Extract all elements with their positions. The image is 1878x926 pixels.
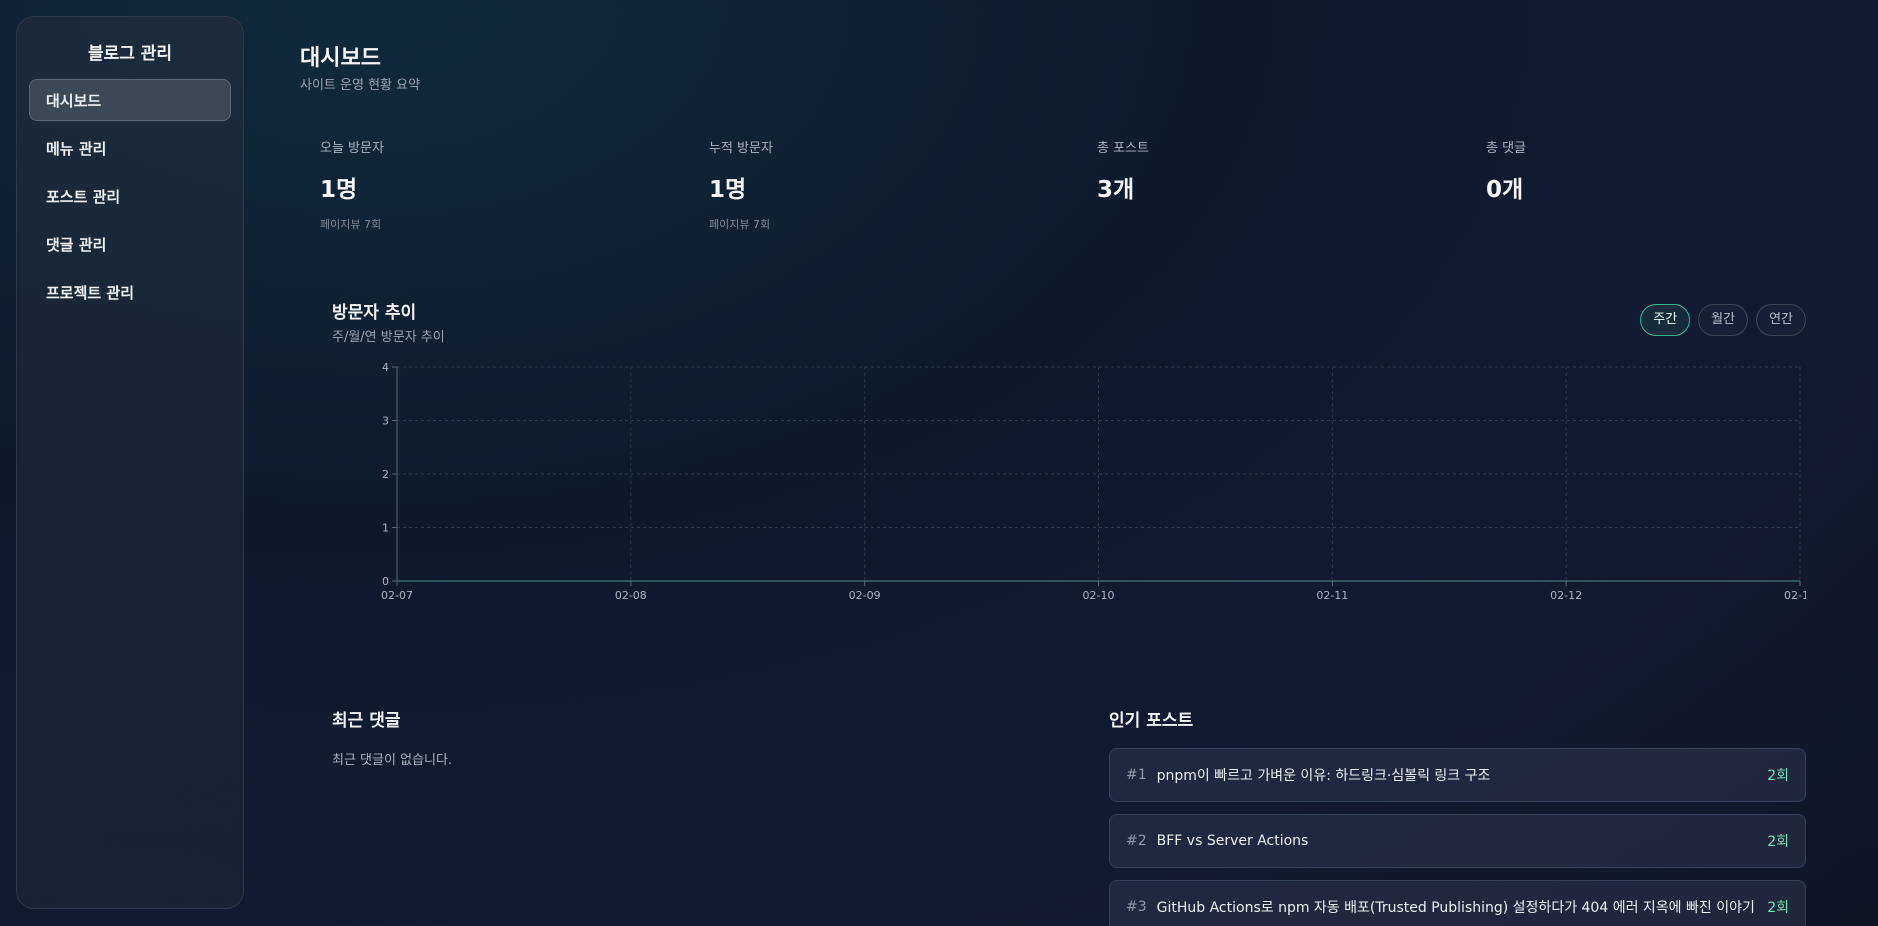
post-title: BFF vs Server Actions	[1156, 833, 1309, 849]
x-tick-label: 02-12	[1550, 589, 1582, 602]
stat-label: 누적 방문자	[709, 141, 773, 156]
stat-total-comments: 총 댓글 0개	[1486, 137, 1846, 204]
tab-monthly[interactable]: 월간	[1698, 304, 1749, 336]
stat-label: 오늘 방문자	[320, 141, 384, 156]
stat-total-visitors: 누적 방문자 1명 페이지뷰 7회	[709, 137, 1069, 232]
post-rank: #1	[1126, 767, 1147, 783]
sidebar-item-posts[interactable]: 포스트 관리	[29, 175, 231, 217]
chart-grid	[396, 366, 1801, 582]
popular-posts-title: 인기 포스트	[1109, 711, 1194, 731]
stat-total-posts: 총 포스트 3개	[1097, 137, 1457, 204]
recent-comments-empty: 최근 댓글이 없습니다.	[332, 753, 453, 768]
page-subtitle: 사이트 운영 현황 요약	[300, 78, 421, 93]
post-view-count: 2회	[1767, 900, 1789, 916]
page-title: 대시보드	[300, 46, 381, 71]
visitor-chart: 0 1 2 3 4 02-07 02-08 02-09 02-10 02-11 02-12 02-13	[381, 361, 1806, 602]
y-tick-label: 1	[382, 522, 389, 535]
sidebar-nav: 대시보드 메뉴 관리 포스트 관리 댓글 관리 프로젝트 관리	[17, 79, 243, 313]
chart-ticks: 0 1 2 3 4 02-07 02-08 02-09 02-10 02-11 02-12 02-13	[381, 361, 1806, 602]
x-tick-label: 02-08	[615, 589, 647, 602]
tab-yearly[interactable]: 연간	[1756, 304, 1806, 336]
recent-comments-title: 최근 댓글	[332, 711, 401, 731]
x-tick-label: 02-10	[1083, 589, 1115, 602]
stat-subtext: 페이지뷰 7회	[320, 218, 382, 231]
chart-title: 방문자 추이	[332, 303, 417, 323]
y-tick-label: 0	[382, 575, 389, 588]
sidebar: 블로그 관리 대시보드 메뉴 관리 포스트 관리 댓글 관리 프로젝트 관리	[16, 16, 244, 909]
sidebar-item-comments[interactable]: 댓글 관리	[29, 223, 231, 265]
popular-post-item[interactable]: #2 BFF vs Server Actions 2회	[1109, 814, 1806, 868]
sidebar-item-projects[interactable]: 프로젝트 관리	[29, 271, 231, 313]
post-rank: #2	[1126, 833, 1147, 849]
main-content: 대시보드 사이트 운영 현황 요약 오늘 방문자 1명 페이지뷰 7회 누적 방…	[300, 0, 1806, 926]
chart-axes	[392, 366, 1801, 586]
chart-subtitle: 주/월/연 방문자 추이	[332, 330, 445, 345]
popular-post-item[interactable]: #3 GitHub Actions로 npm 자동 배포(Trusted Pub…	[1109, 880, 1806, 926]
stat-today-visitors: 오늘 방문자 1명 페이지뷰 7회	[320, 137, 680, 232]
post-view-count: 2회	[1767, 768, 1789, 784]
popular-post-item[interactable]: #1 pnpm이 빠르고 가벼운 이유: 하드링크·심볼릭 링크 구조 2회	[1109, 748, 1806, 802]
stat-label: 총 포스트	[1097, 141, 1149, 156]
post-title: GitHub Actions로 npm 자동 배포(Trusted Publis…	[1156, 900, 1755, 916]
range-tabs: 주간 월간 연간	[1640, 304, 1806, 336]
stat-value: 0개	[1486, 177, 1524, 203]
stat-value: 1명	[709, 177, 747, 203]
stat-value: 1명	[320, 177, 358, 203]
post-rank: #3	[1126, 899, 1147, 915]
post-title: pnpm이 빠르고 가벼운 이유: 하드링크·심볼릭 링크 구조	[1156, 768, 1491, 784]
post-view-count: 2회	[1767, 834, 1789, 850]
popular-posts-list: #1 pnpm이 빠르고 가벼운 이유: 하드링크·심볼릭 링크 구조 2회 #…	[1109, 748, 1806, 926]
stat-subtext: 페이지뷰 7회	[709, 218, 771, 231]
x-tick-label: 02-07	[381, 589, 413, 602]
stat-label: 총 댓글	[1486, 141, 1527, 156]
sidebar-item-menu[interactable]: 메뉴 관리	[29, 127, 231, 169]
tab-weekly[interactable]: 주간	[1640, 304, 1691, 336]
y-tick-label: 2	[382, 468, 389, 481]
stat-value: 3개	[1097, 177, 1135, 203]
sidebar-title: 블로그 관리	[87, 44, 173, 64]
x-tick-label: 02-13	[1784, 589, 1806, 602]
y-tick-label: 4	[382, 361, 389, 374]
y-tick-label: 3	[382, 415, 389, 428]
sidebar-item-dashboard[interactable]: 대시보드	[29, 79, 231, 121]
x-tick-label: 02-09	[849, 589, 881, 602]
x-tick-label: 02-11	[1316, 589, 1348, 602]
